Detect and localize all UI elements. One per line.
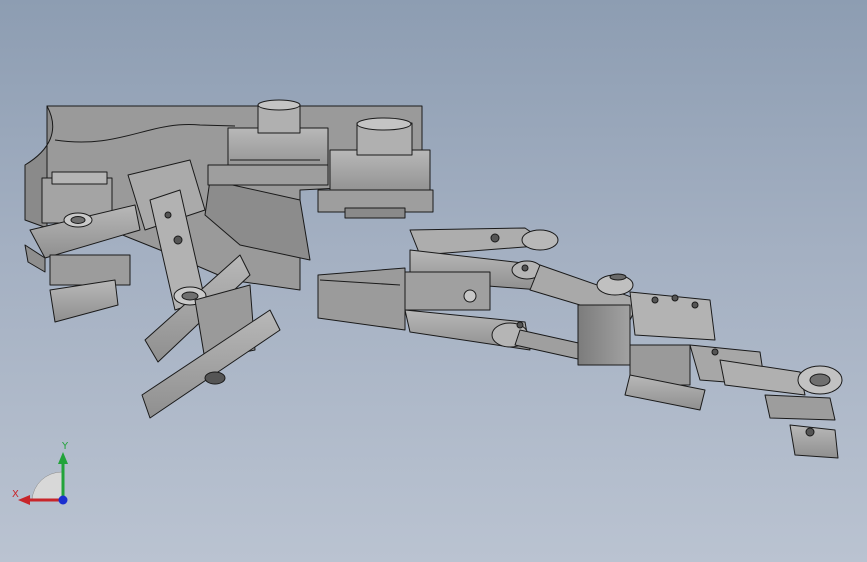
triad-quadrant xyxy=(31,471,63,501)
z-axis-dot xyxy=(58,495,68,505)
palm-housing[interactable] xyxy=(317,267,406,331)
robot-hand-model[interactable] xyxy=(0,0,867,562)
coordinate-triad: Y X xyxy=(12,441,69,505)
y-axis-label: Y xyxy=(61,441,69,452)
finger-middle-link[interactable] xyxy=(514,264,716,386)
x-axis-label: X xyxy=(12,489,19,500)
graphics-viewport[interactable]: Y X xyxy=(0,0,867,562)
